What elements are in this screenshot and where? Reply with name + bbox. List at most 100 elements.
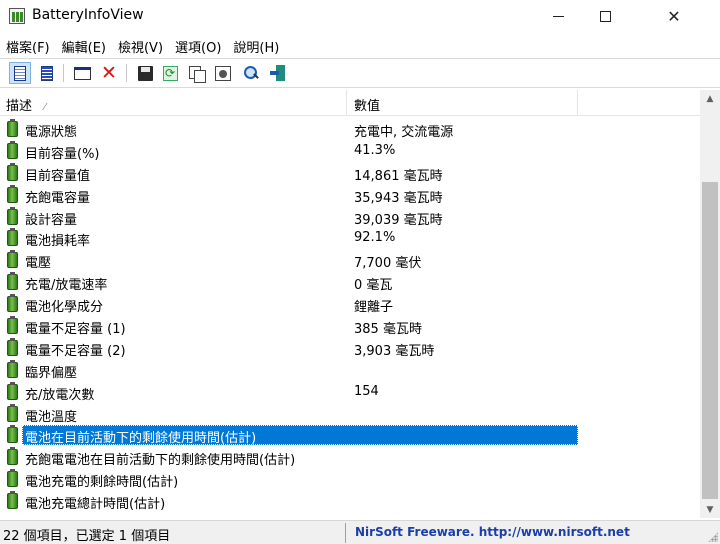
close-button[interactable]: ✕ — [628, 0, 720, 32]
table-row[interactable]: 電源狀態 充電中, 交流電源 — [0, 118, 700, 140]
table-row[interactable]: 電池充電總計時間(估計) — [0, 490, 700, 512]
delete-button[interactable]: ✕ — [98, 62, 120, 84]
row-label: 目前容量(%) — [25, 146, 100, 162]
row-label: 電池充電的剩餘時間(估計) — [25, 475, 179, 491]
table-row[interactable]: 充飽電容量 35,943 毫瓦時 — [0, 184, 700, 206]
table-row[interactable]: 設計容量 39,039 毫瓦時 — [0, 206, 700, 228]
row-value: 鋰離子 — [354, 300, 394, 316]
row-label: 目前容量值 — [25, 168, 91, 184]
battery-info-list[interactable]: 描述 ⁄ 數值 電源狀態 充電中, 交流電源 目前容量(%) 41.3% 目前容量值 1… — [0, 90, 720, 518]
row-label: 充飽電容量 — [25, 190, 91, 206]
status-divider — [345, 523, 346, 543]
scrollbar-thumb[interactable] — [702, 182, 718, 499]
properties-button[interactable] — [212, 62, 234, 84]
table-row[interactable]: 目前容量(%) 41.3% — [0, 140, 700, 162]
row-value: 0 毫瓦 — [354, 278, 393, 294]
battery-icon — [7, 359, 18, 378]
row-label: 電池在目前活動下的剩餘使用時間(估計) — [25, 431, 257, 447]
exit-icon — [270, 65, 286, 81]
menu-view[interactable]: 檢視(V) — [112, 34, 168, 56]
row-value: 385 毫瓦時 — [354, 322, 422, 338]
window-button[interactable] — [71, 62, 93, 84]
maximize-icon — [599, 10, 611, 22]
battery-icon — [7, 184, 18, 203]
toolbar: ✕ ⟳ — [0, 58, 720, 88]
row-value: 35,943 毫瓦時 — [354, 190, 443, 206]
column-header-value[interactable]: 數值 — [348, 90, 578, 116]
battery-icon — [7, 316, 18, 335]
html-report-icon — [14, 65, 26, 81]
html-report-button[interactable] — [9, 62, 31, 84]
table-row[interactable]: 電池充電的剩餘時間(估計) — [0, 468, 700, 490]
exit-button[interactable] — [267, 62, 289, 84]
row-label: 充電/放電速率 — [25, 278, 108, 294]
table-row[interactable]: 電池化學成分 鋰離子 — [0, 293, 700, 315]
status-item-count: 22 個項目，已選定 1 個項目 — [3, 529, 171, 544]
table-row[interactable]: 電量不足容量 (1) 385 毫瓦時 — [0, 315, 700, 337]
window-icon — [73, 66, 91, 80]
find-button[interactable] — [240, 62, 262, 84]
row-label: 電量不足容量 (1) — [25, 322, 126, 338]
table-row[interactable]: 充/放電次數 154 — [0, 381, 700, 403]
copy-button[interactable] — [186, 62, 208, 84]
menu-options[interactable]: 選項(O) — [169, 34, 226, 56]
battery-icon — [7, 228, 18, 247]
column-header-description[interactable]: 描述 ⁄ — [0, 90, 347, 116]
row-label: 設計容量 — [25, 212, 78, 228]
scroll-down-button[interactable]: ▼ — [700, 501, 720, 518]
table-row[interactable]: 充電/放電速率 0 毫瓦 — [0, 271, 700, 293]
refresh-button[interactable]: ⟳ — [159, 62, 181, 84]
battery-icon — [7, 140, 18, 159]
row-label: 電壓 — [25, 256, 52, 272]
row-value: 充電中, 交流電源 — [354, 125, 454, 140]
save-button[interactable] — [134, 62, 156, 84]
table-row[interactable]: 電量不足容量 (2) 3,903 毫瓦時 — [0, 337, 700, 359]
sort-ascending-icon: ⁄ — [44, 102, 46, 113]
table-row[interactable]: 電壓 7,700 毫伏 — [0, 249, 700, 271]
minimize-button[interactable] — [535, 0, 581, 32]
scroll-up-button[interactable]: ▲ — [700, 90, 720, 107]
table-row[interactable]: 電池溫度 — [0, 403, 700, 425]
table-row[interactable]: 臨界偏壓 — [0, 359, 700, 381]
nirsoft-link[interactable]: NirSoft Freeware. http://www.nirsoft.net — [355, 525, 630, 539]
battery-icon — [7, 491, 18, 510]
row-label: 電池化學成分 — [25, 300, 104, 316]
minimize-icon — [552, 15, 564, 17]
row-label: 臨界偏壓 — [25, 365, 78, 381]
vertical-scrollbar[interactable]: ▲ ▼ — [700, 90, 720, 518]
battery-icon — [7, 469, 18, 488]
list-header: 描述 ⁄ 數值 — [0, 90, 700, 116]
maximize-button[interactable] — [582, 0, 628, 32]
table-row[interactable]: 電池損耗率 92.1% — [0, 227, 700, 249]
table-row[interactable]: 目前容量值 14,861 毫瓦時 — [0, 162, 700, 184]
menu-help[interactable]: 說明(H) — [227, 34, 284, 56]
refresh-icon: ⟳ — [162, 65, 178, 81]
row-label: 充/放電次數 — [25, 387, 95, 403]
battery-icon — [7, 294, 18, 313]
row-label: 電池充電總計時間(估計) — [25, 497, 166, 513]
view-mode-button[interactable] — [36, 62, 58, 84]
resize-grip-icon[interactable] — [708, 532, 718, 542]
menu-edit[interactable]: 編輯(E) — [56, 34, 111, 56]
status-bar: 22 個項目，已選定 1 個項目 NirSoft Freeware. http:… — [0, 520, 720, 544]
battery-icon — [7, 447, 18, 466]
table-row[interactable]: 充飽電電池在目前活動下的剩餘使用時間(估計) — [0, 446, 700, 468]
battery-icon — [7, 206, 18, 225]
row-label: 電池損耗率 — [25, 234, 91, 250]
battery-icon — [7, 337, 18, 356]
battery-icon — [7, 119, 18, 137]
column-header-description-label: 描述 — [6, 99, 33, 114]
copy-icon — [189, 65, 206, 83]
row-value: 7,700 毫伏 — [354, 256, 422, 272]
properties-icon — [215, 65, 231, 81]
menu-file[interactable]: 檔案(F) — [0, 34, 55, 56]
toolbar-separator — [126, 64, 127, 82]
chevron-down-icon: ▼ — [706, 504, 714, 515]
find-icon — [243, 65, 259, 81]
battery-icon — [7, 162, 18, 181]
row-label: 充飽電電池在目前活動下的剩餘使用時間(估計) — [25, 453, 296, 469]
chevron-up-icon: ▲ — [706, 93, 714, 104]
table-row-selected[interactable]: 電池在目前活動下的剩餘使用時間(估計) — [0, 424, 700, 446]
battery-icon — [7, 250, 18, 269]
battery-icon — [7, 272, 18, 291]
